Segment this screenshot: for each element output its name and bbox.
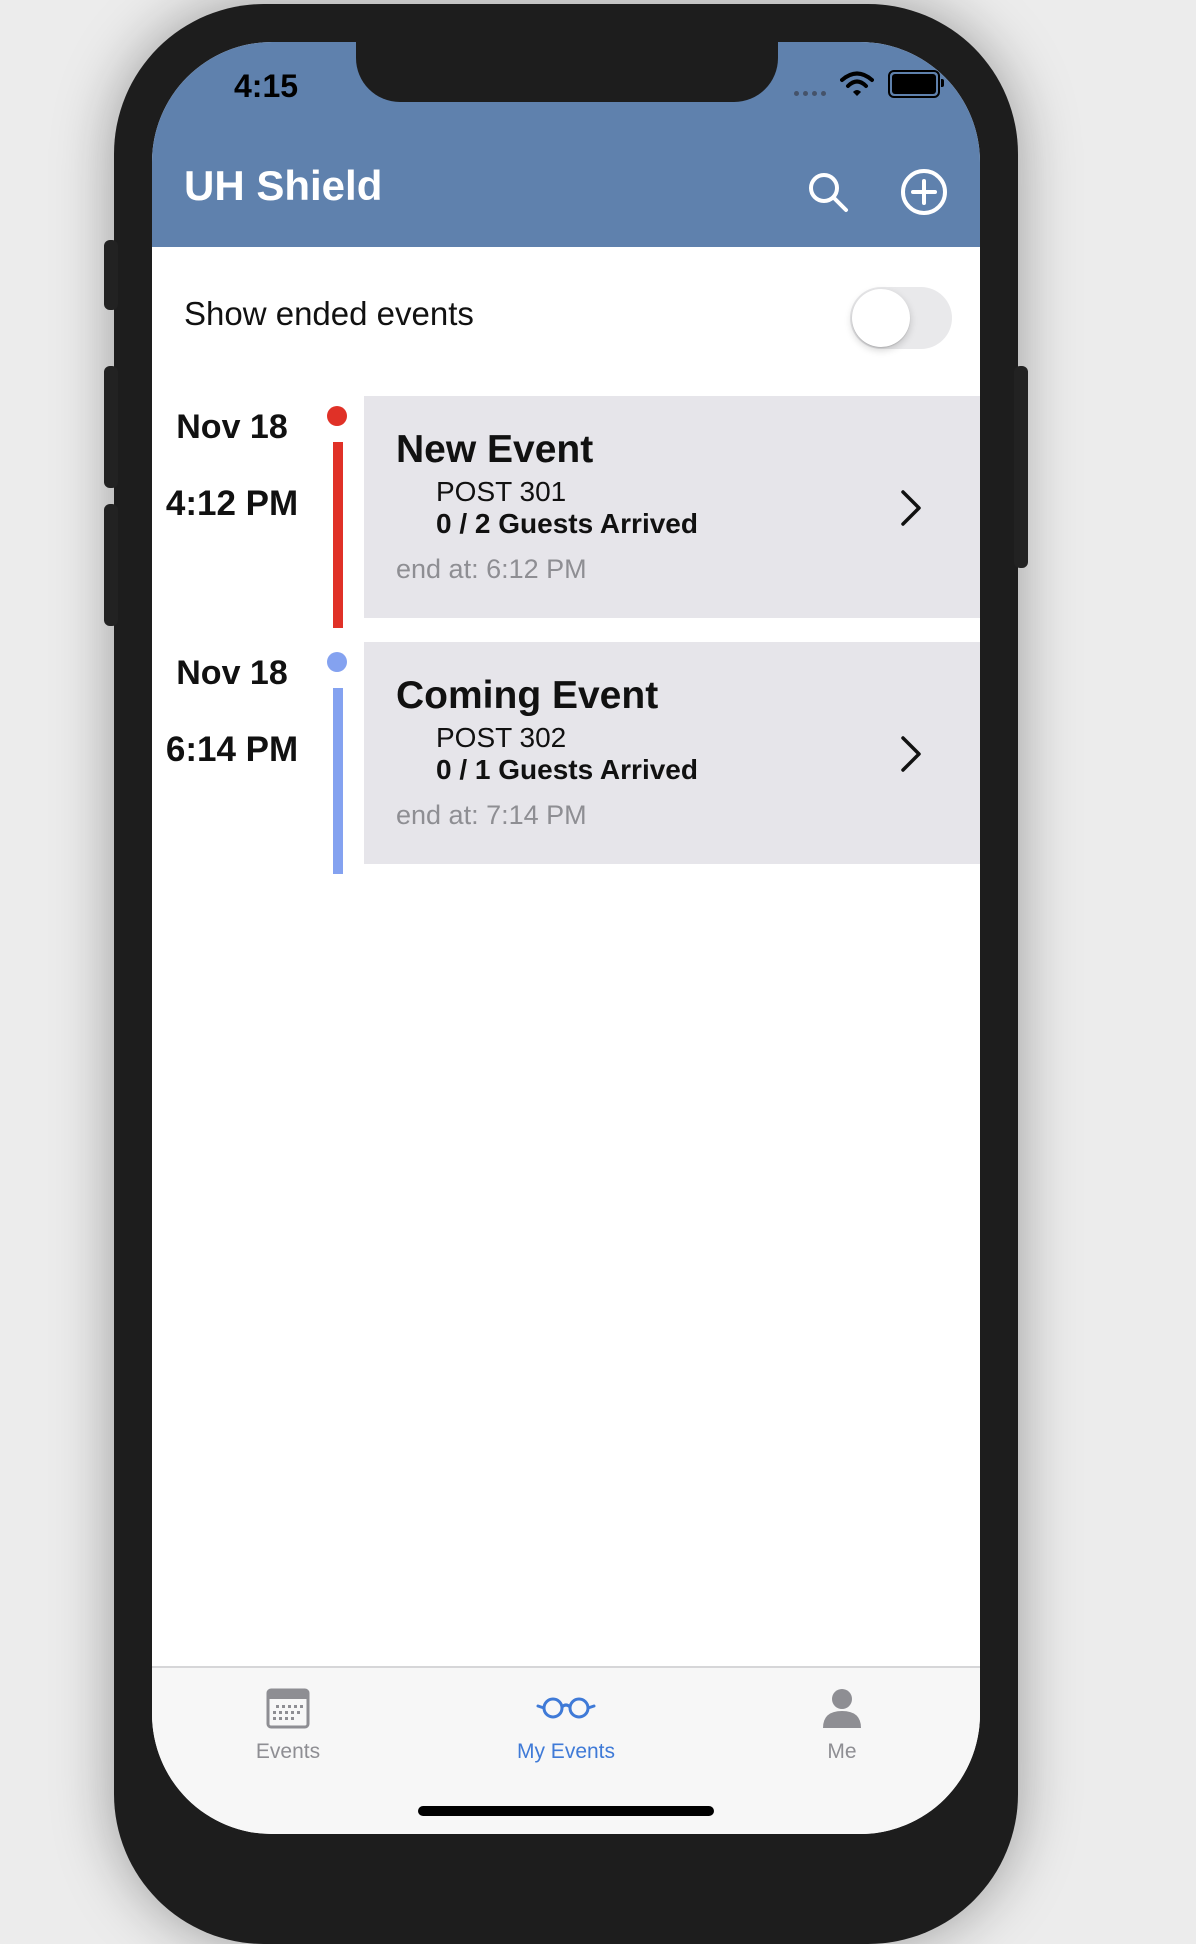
event-date: Nov 18: [176, 408, 288, 446]
timeline-dot: [327, 406, 347, 426]
tab-label: My Events: [516, 1740, 616, 1763]
app-screen: 4:15 UH Shield Show ended events Nov 18 …: [152, 42, 980, 1834]
phone-mute-switch: [104, 240, 118, 310]
plus-circle-icon: [901, 169, 947, 215]
chevron-right-icon: [901, 736, 921, 772]
battery-icon: [888, 70, 944, 98]
nav-header: 4:15 UH Shield: [152, 42, 980, 247]
tab-my-events[interactable]: My Events: [466, 1682, 666, 1782]
search-button[interactable]: [802, 166, 854, 218]
event-end-time: end at: 7:14 PM: [396, 800, 587, 830]
phone-volume-down-button: [104, 504, 118, 626]
event-post: POST 302: [436, 722, 567, 753]
calendar-icon: [265, 1682, 311, 1734]
show-ended-events-toggle[interactable]: [850, 287, 952, 349]
tab-events[interactable]: Events: [188, 1682, 388, 1782]
timeline-bar: [333, 442, 343, 628]
event-name: Coming Event: [396, 674, 659, 717]
screen-notch: [356, 42, 778, 102]
event-name: New Event: [396, 428, 594, 471]
glasses-icon: [536, 1682, 596, 1734]
person-icon: [820, 1682, 864, 1734]
show-ended-events-row: Show ended events: [152, 247, 980, 377]
status-icons: [794, 70, 944, 98]
wifi-icon: [840, 71, 874, 96]
home-indicator[interactable]: [418, 1806, 714, 1816]
event-post: POST 301: [436, 476, 567, 507]
timeline-bar: [333, 688, 343, 874]
event-row: Nov 18 4:12 PM New Event POST 301 0 / 2 …: [152, 396, 980, 628]
tab-label: Events: [255, 1740, 321, 1763]
timeline-dot: [327, 652, 347, 672]
phone-power-button: [1014, 366, 1028, 568]
toggle-knob: [852, 289, 910, 347]
search-icon: [809, 173, 848, 212]
phone-volume-up-button: [104, 366, 118, 488]
event-start-time: 6:14 PM: [165, 730, 299, 769]
event-row: Nov 18 6:14 PM Coming Event POST 302 0 /…: [152, 642, 980, 874]
tab-me[interactable]: Me: [742, 1682, 942, 1782]
status-time: 4:15: [234, 68, 299, 104]
chevron-right-icon: [901, 490, 921, 526]
event-guests-arrived: 0 / 2 Guests Arrived: [436, 508, 698, 539]
event-end-time: end at: 6:12 PM: [396, 554, 587, 584]
show-ended-events-label: Show ended events: [184, 295, 474, 332]
add-event-button[interactable]: [898, 166, 950, 218]
event-date: Nov 18: [176, 654, 288, 692]
event-start-time: 4:12 PM: [165, 484, 299, 523]
event-card[interactable]: Coming Event POST 302 0 / 1 Guests Arriv…: [364, 642, 980, 864]
event-guests-arrived: 0 / 1 Guests Arrived: [436, 754, 698, 785]
tab-label: Me: [827, 1740, 857, 1763]
event-card[interactable]: New Event POST 301 0 / 2 Guests Arrived …: [364, 396, 980, 618]
app-title: UH Shield: [184, 162, 383, 209]
cellular-signal-icon: [794, 70, 826, 98]
